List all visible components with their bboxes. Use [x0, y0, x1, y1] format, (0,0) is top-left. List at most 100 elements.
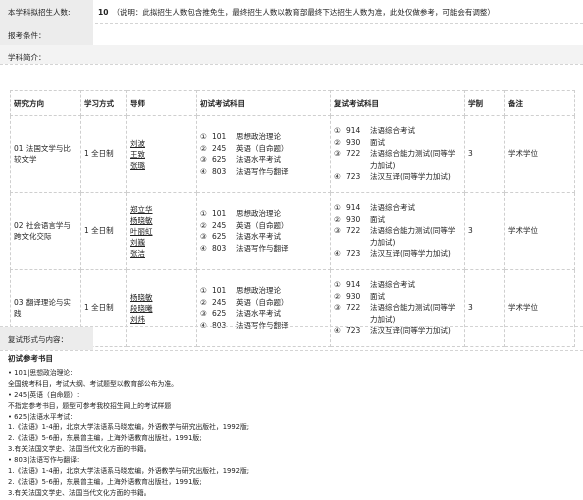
tutor-cell: 刘波 王致 张璐: [126, 115, 197, 193]
subject-code: 101: [212, 209, 227, 218]
reference-detail: 1.《法语》1-4册，北京大学法语系马晓宏编，外语教学与研究出版社，1992版;: [8, 423, 250, 432]
reference-books: 初试参考书目 • 101|思想政治理论: 全国统考科目，考试大纲、考试题型以教育部…: [8, 354, 578, 499]
direction-cell: 02 社会语言学与跨文化交际: [10, 192, 81, 270]
tutor-link[interactable]: 王致: [130, 149, 193, 160]
exam-subject: ③ 625 法语水平考试: [200, 231, 327, 243]
subject-code: 723: [346, 172, 361, 182]
initial-exam-list: ① 101 思想政治理论 ② 245 英语（自命题） ③ 625 法语水平考试 ④ 803 法语写作与…: [200, 131, 327, 177]
subject-code: 914: [346, 126, 361, 136]
table-header-cell: 研究方向: [10, 90, 81, 116]
table-header-cell: 复试考试科目: [330, 90, 465, 116]
mode-cell: 1 全日制: [80, 115, 127, 193]
subject-number: ②: [200, 297, 207, 307]
subject-code: 803: [212, 166, 227, 176]
tutor-link[interactable]: 张璐: [130, 160, 193, 171]
exam-subject: ② 930 面试: [334, 214, 461, 226]
quota-value: 10 （说明：此拟招生人数包含推免生，最终招生人数以教育部最终下达招生人数为准，此…: [98, 7, 579, 18]
intro-label: 学科简介：: [0, 45, 583, 64]
subject-number: ②: [200, 143, 207, 153]
table-header-cell: 初试考试科目: [196, 90, 331, 116]
exam-subject: ② 930 面试: [334, 137, 461, 149]
conditions-row: 报考条件：: [0, 23, 583, 46]
exam-subject: ① 914 法语综合考试: [334, 125, 461, 137]
subject-name: 英语（自命题）: [236, 297, 289, 307]
remark-cell: 学术学位: [504, 192, 575, 270]
tutor-link[interactable]: 段晓曦: [130, 303, 193, 314]
initial-exam-list: ① 101 思想政治理论 ② 245 英语（自命题） ③ 625 法语水平考试 ④ 803 法语写作与…: [200, 208, 327, 254]
initial-exam-list: ① 101 思想政治理论 ② 245 英语（自命题） ③ 625 法语水平考试 ④ 803 法语写作与…: [200, 285, 327, 331]
subject-code: 625: [212, 232, 227, 241]
subject-number: ①: [200, 132, 207, 141]
subject-name: 法语写作与翻译: [236, 243, 289, 253]
tutor-link[interactable]: 叶丽虹: [130, 226, 193, 237]
subject-number: ①: [200, 286, 207, 295]
tutor-link[interactable]: 郑立华: [130, 204, 193, 215]
subject-code: 245: [212, 297, 227, 307]
retest-exam-cell: ① 914 法语综合考试 ② 930 面试 ③ 722 法语综合能力测试(同等学力加试) ④ 723…: [330, 115, 465, 193]
initial-exam-cell: ① 101 思想政治理论 ② 245 英语（自命题） ③ 625 法语水平考试 ④ 803 法语写作与…: [196, 115, 331, 193]
reference-detail: 不指定参考书目，题型可参考我校招生网上的考试样题: [8, 401, 172, 410]
subject-name: 面试: [370, 137, 385, 147]
table-header-cell: 导师: [126, 90, 197, 116]
subject-number: ③: [334, 226, 341, 236]
subject-code: 803: [212, 243, 227, 253]
subject-name: 思想政治理论: [236, 132, 281, 141]
tutor-cell: 郑立华 杨晓敏 叶丽虹 刘巍 张洁: [126, 192, 197, 270]
reference-subject: • 101|思想政治理论:: [8, 368, 73, 377]
subject-number: ①: [334, 126, 341, 136]
table-header-row: 研究方向 学习方式 导师 初试考试科目 复试考试科目 学制 备注: [10, 90, 575, 116]
reference-subject: • 245|英语（自命题）:: [8, 390, 80, 399]
subject-code: 930: [346, 137, 361, 147]
subject-number: ④: [200, 166, 207, 176]
tutor-link[interactable]: 刘波: [130, 138, 193, 149]
tutor-link[interactable]: 杨晓敏: [130, 215, 193, 226]
subject-number: ①: [334, 203, 341, 213]
quota-note: （说明：此拟招生人数包含推免生，最终招生人数以教育部最终下达招生人数为准，此处仅…: [112, 8, 495, 17]
subject-code: 625: [212, 155, 227, 164]
reference-detail: 全国统考科目，考试大纲、考试题型以教育部公布为准。: [8, 379, 178, 388]
subject-name: 法语综合能力测试(同等学力加试): [370, 226, 456, 247]
subject-name: 法语写作与翻译: [236, 166, 289, 176]
subject-code: 722: [346, 303, 361, 313]
subject-name: 英语（自命题）: [236, 143, 289, 153]
exam-subject: ③ 722 法语综合能力测试(同等学力加试): [334, 225, 461, 248]
subject-name: 面试: [370, 291, 385, 301]
subject-number: ②: [334, 137, 341, 147]
subject-number: ②: [200, 220, 207, 230]
reference-heading: 初试参考书目: [8, 354, 53, 363]
subject-number: ③: [334, 149, 341, 159]
subject-code: 245: [212, 143, 227, 153]
tutor-link[interactable]: 张洁: [130, 248, 193, 259]
retest-exam-list: ① 914 法语综合考试 ② 930 面试 ③ 722 法语综合能力测试(同等学力加试) ④ 723…: [334, 125, 461, 183]
subject-code: 914: [346, 280, 361, 290]
exam-subject: ④ 803 法语写作与翻译: [200, 243, 327, 255]
subject-code: 101: [212, 286, 227, 295]
quota-label: 本学科拟招生人数:: [0, 0, 93, 23]
reference-subject: • 803|法语写作与翻译:: [8, 456, 80, 465]
exam-subject: ② 245 英语（自命题）: [200, 220, 327, 232]
tutor-link[interactable]: 刘炜: [130, 314, 193, 325]
subject-code: 722: [346, 149, 361, 159]
years-cell: 3: [464, 115, 505, 193]
exam-subject: ② 245 英语（自命题）: [200, 297, 327, 309]
exam-subject: ③ 625 法语水平考试: [200, 154, 327, 166]
retest-exam-cell: ① 914 法语综合考试 ② 930 面试 ③ 722 法语综合能力测试(同等学力加试) ④ 723…: [330, 192, 465, 270]
quota-row: 本学科拟招生人数: 10 （说明：此拟招生人数包含推免生，最终招生人数以教育部最终…: [0, 0, 583, 24]
subject-number: ④: [334, 249, 341, 259]
tutor-link[interactable]: 刘巍: [130, 237, 193, 248]
subject-code: 722: [346, 226, 361, 236]
direction-cell: 01 法国文学与比较文学: [10, 115, 81, 193]
exam-subject: ① 101 思想政治理论: [200, 285, 327, 297]
exam-subject: ③ 722 法语综合能力测试(同等学力加试): [334, 148, 461, 171]
retest-form-row: 复试形式与内容：: [0, 326, 583, 351]
reference-subject: • 625|法语水平考试:: [8, 412, 73, 421]
reference-detail: 3.有关法国文学史、法国当代文化方面的书籍。: [8, 488, 151, 497]
exam-subject: ④ 723 法汉互译(同等学力加试): [334, 171, 461, 183]
subject-name: 法语水平考试: [236, 232, 281, 241]
subject-name: 思想政治理论: [236, 286, 281, 295]
reference-detail: 3.有关法国文学史、法国当代文化方面的书籍。: [8, 445, 151, 454]
tutor-link[interactable]: 杨晓敏: [130, 292, 193, 303]
subject-number: ④: [200, 243, 207, 253]
retest-exam-list: ① 914 法语综合考试 ② 930 面试 ③ 722 法语综合能力测试(同等学力加试) ④ 723…: [334, 202, 461, 260]
exam-subject: ③ 625 法语水平考试: [200, 308, 327, 320]
